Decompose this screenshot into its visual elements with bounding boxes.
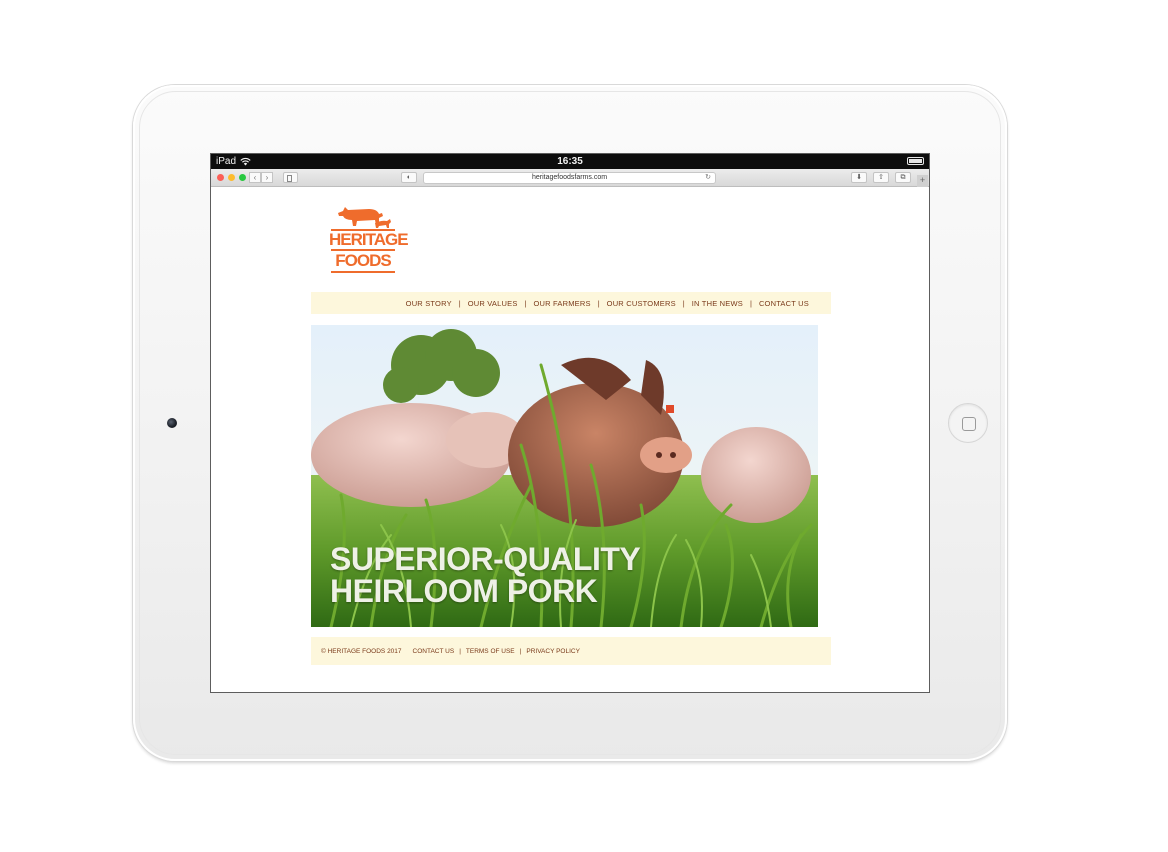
hero-headline: SUPERIOR-QUALITY HEIRLOOM PORK [330, 541, 641, 609]
screen: iPad 16:35 ‹ › ◐ heritagefoodsfarms.com … [210, 153, 930, 693]
url-text: heritagefoodsfarms.com [531, 174, 608, 181]
hero-headline-line-1: SUPERIOR-QUALITY [330, 541, 641, 577]
main-navigation: OUR STORY | OUR VALUES | OUR FARMERS | O… [311, 292, 831, 314]
browser-toolbar: ‹ › ◐ heritagefoodsfarms.com ↻ ⬇ ⇧ ⧉ + [211, 169, 929, 187]
camera-icon [167, 418, 177, 428]
footer-privacy-policy-link[interactable]: PRIVACY POLICY [526, 648, 580, 655]
footer-contact-us-link[interactable]: CONTACT US [413, 648, 455, 655]
logo-line-2: FOODS [335, 251, 391, 270]
window-controls [217, 174, 246, 181]
home-button[interactable] [948, 403, 988, 443]
nav-our-farmers[interactable]: OUR FARMERS [533, 299, 590, 308]
nav-separator: | [458, 298, 461, 308]
sidebar-toggle-button[interactable] [283, 172, 298, 183]
downloads-button[interactable]: ⬇ [851, 172, 867, 183]
minimize-window-button[interactable] [228, 174, 235, 181]
footer-separator: | [459, 647, 461, 655]
nav-separator: | [682, 298, 685, 308]
footer-separator: | [519, 647, 522, 655]
status-time: 16:35 [557, 156, 583, 167]
footer-terms-of-use-link[interactable]: TERMS OF USE [466, 648, 515, 655]
zoom-window-button[interactable] [239, 174, 246, 181]
hero-headline-line-2: HEIRLOOM PORK [330, 573, 598, 609]
toolbar-right-buttons: ⬇ ⇧ ⧉ [851, 172, 911, 183]
new-tab-button[interactable]: + [917, 175, 928, 187]
nav-in-the-news[interactable]: IN THE NEWS [692, 299, 743, 308]
nav-contact-us[interactable]: CONTACT US [759, 299, 809, 308]
forward-button[interactable]: › [261, 172, 273, 183]
home-square-icon [962, 417, 976, 431]
status-right [907, 157, 924, 165]
nav-separator: | [597, 298, 600, 308]
nav-our-values[interactable]: OUR VALUES [468, 299, 518, 308]
logo-line-1: HERITAGE [329, 230, 409, 249]
web-page: HERITAGE FOODS OUR STORY | OUR VALUES | … [211, 187, 929, 692]
history-buttons: ‹ › [249, 172, 273, 183]
nav-separator: | [749, 298, 752, 308]
hero-image: SUPERIOR-QUALITY HEIRLOOM PORK [311, 325, 818, 627]
share-button[interactable]: ⇧ [873, 172, 889, 183]
reload-icon[interactable]: ↻ [705, 173, 711, 183]
address-bar[interactable]: heritagefoodsfarms.com ↻ [423, 172, 716, 184]
tabs-button[interactable]: ⧉ [895, 172, 911, 183]
heritage-foods-logo[interactable]: HERITAGE FOODS [329, 205, 409, 279]
battery-icon [907, 157, 924, 165]
close-window-button[interactable] [217, 174, 224, 181]
back-button[interactable]: ‹ [249, 172, 261, 183]
site-settings-button[interactable]: ◐ [401, 172, 417, 183]
nav-our-story[interactable]: OUR STORY [406, 299, 452, 308]
pig-silhouette-icon [338, 207, 391, 228]
logo-rule-bottom [331, 271, 395, 273]
status-bar: iPad 16:35 [211, 154, 929, 169]
page-footer: © HERITAGE FOODS 2017 CONTACT US | TERMS… [311, 637, 831, 665]
copyright-text: © HERITAGE FOODS 2017 [321, 647, 402, 655]
nav-separator: | [524, 298, 527, 308]
nav-our-customers[interactable]: OUR CUSTOMERS [607, 299, 676, 308]
